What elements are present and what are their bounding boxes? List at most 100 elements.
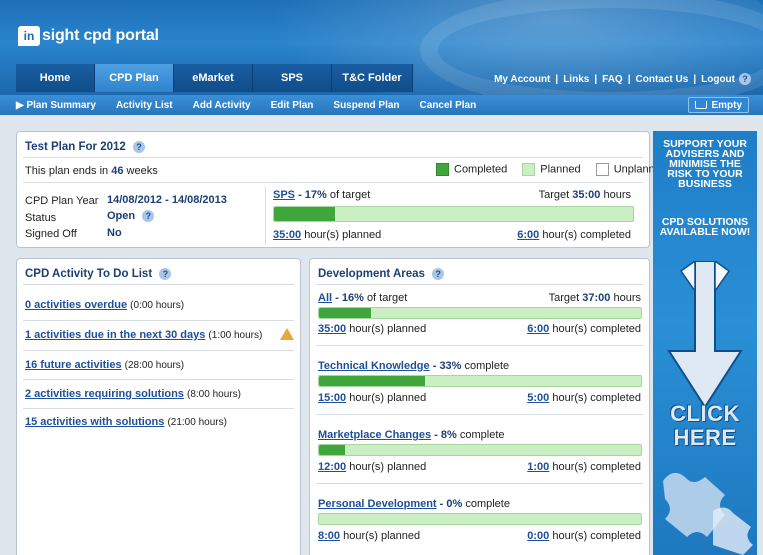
dev-area-link[interactable]: Technical Knowledge xyxy=(318,360,430,372)
tab-tc-folder[interactable]: T&C Folder xyxy=(332,64,413,92)
sps-target-label: Target xyxy=(538,189,570,201)
dev-area-progress-fill xyxy=(319,376,426,386)
divider xyxy=(23,284,294,285)
sps-planned-link[interactable]: 35:00 xyxy=(273,229,301,241)
dev-title-text: Development Areas xyxy=(318,268,425,280)
divider xyxy=(23,320,294,321)
divider xyxy=(23,182,643,183)
tab-cpd-plan[interactable]: CPD Plan xyxy=(95,64,174,92)
todo-item-link[interactable]: 15 activities with solutions xyxy=(25,416,164,428)
divider xyxy=(23,408,294,409)
sps-of-target: of target xyxy=(329,189,371,201)
dev-completed-label: hour(s) completed xyxy=(552,461,641,473)
dev-area-progress-fill xyxy=(319,445,345,455)
dev-area-link[interactable]: Personal Development xyxy=(318,498,437,510)
sps-planned: 35:00 hour(s) planned xyxy=(273,229,381,241)
links-link[interactable]: Links xyxy=(563,74,589,85)
dev-target-value: 37:00 xyxy=(582,292,611,304)
dev-all-link[interactable]: All xyxy=(318,292,332,304)
tab-emarket[interactable]: eMarket xyxy=(174,64,253,92)
sub-navigation: ▶ Plan Summary Activity List Add Activit… xyxy=(0,95,763,115)
dev-all-planned-link[interactable]: 35:00 xyxy=(318,323,346,335)
logo-text: sight cpd portal xyxy=(42,27,159,44)
faq-link[interactable]: FAQ xyxy=(602,74,623,85)
tab-sps[interactable]: SPS xyxy=(253,64,332,92)
logout-link[interactable]: Logout xyxy=(701,74,735,85)
dev-all-progress-fill xyxy=(319,308,371,318)
todo-title: CPD Activity To Do List ? xyxy=(25,268,172,280)
todo-item-note: (1:00 hours) xyxy=(208,330,263,341)
sps-progress-bar xyxy=(273,206,634,222)
subnav-cancel-plan[interactable]: Cancel Plan xyxy=(420,100,477,111)
logo[interactable]: in sight cpd portal xyxy=(18,26,159,46)
dev-all-completed-link[interactable]: 6:00 xyxy=(527,323,549,335)
plan-ends-suffix: weeks xyxy=(126,165,158,177)
separator: | xyxy=(627,73,631,85)
my-account-link[interactable]: My Account xyxy=(494,74,550,85)
todo-panel: CPD Activity To Do List ? 0 activities o… xyxy=(16,258,301,555)
sps-link[interactable]: SPS xyxy=(273,189,295,201)
dev-planned-label: hour(s) planned xyxy=(349,392,427,404)
plan-panel: Test Plan For 2012 ? This plan ends in 4… xyxy=(16,131,667,248)
contact-us-link[interactable]: Contact Us xyxy=(636,74,689,85)
cpd-solutions-ad-banner[interactable]: Support your advisers and minimise the r… xyxy=(653,131,757,555)
todo-item-link[interactable]: 2 activities requiring solutions xyxy=(25,388,184,400)
todo-title-text: CPD Activity To Do List xyxy=(25,268,153,280)
sps-progress-fill xyxy=(274,207,336,221)
todo-item-link[interactable]: 16 future activities xyxy=(25,359,122,371)
divider xyxy=(316,284,643,285)
dev-area-progress-bar xyxy=(318,375,642,387)
todo-item-link[interactable]: 0 activities overdue xyxy=(25,299,127,311)
ad-subheadline: CPD solutions available now! xyxy=(659,216,751,238)
plan-title: Test Plan For 2012 ? xyxy=(25,141,145,153)
sps-completed: 6:00 hour(s) completed xyxy=(517,229,631,241)
subnav-edit-plan[interactable]: Edit Plan xyxy=(271,100,314,111)
subnav-suspend-plan[interactable]: Suspend Plan xyxy=(333,100,399,111)
separator: | xyxy=(693,73,697,85)
help-icon[interactable]: ? xyxy=(432,268,445,280)
todo-item-link[interactable]: 1 activities due in the next 30 days xyxy=(25,329,205,341)
dev-area-progress-bar xyxy=(318,444,642,456)
sps-completed-label: hour(s) completed xyxy=(542,229,631,241)
dev-area-planned-link[interactable]: 8:00 xyxy=(318,530,340,542)
signed-label: Signed Off xyxy=(25,228,77,240)
dev-area-complete-word: complete xyxy=(464,360,510,372)
vertical-divider xyxy=(265,187,266,245)
legend: Completed Planned Unplanned xyxy=(436,163,667,176)
dev-planned-label: hour(s) planned xyxy=(349,323,427,335)
dev-area-planned-link[interactable]: 12:00 xyxy=(318,461,346,473)
sps-target-value: 35:00 xyxy=(572,189,601,201)
sps-completed-link[interactable]: 6:00 xyxy=(517,229,539,241)
separator: | xyxy=(594,73,598,85)
subnav-plan-summary[interactable]: ▶ Plan Summary xyxy=(16,100,96,111)
down-arrow-icon xyxy=(667,261,743,409)
subnav-add-activity[interactable]: Add Activity xyxy=(193,100,251,111)
subnav-activity-list[interactable]: Activity List xyxy=(116,100,173,111)
status-value: Open ? xyxy=(107,210,155,222)
logo-mark: in xyxy=(18,26,40,46)
help-icon[interactable]: ? xyxy=(159,268,172,280)
divider xyxy=(316,414,643,415)
dev-area-completed-link[interactable]: 0:00 xyxy=(527,530,549,542)
ad-click-text: CLICK xyxy=(670,401,740,426)
tab-home[interactable]: Home xyxy=(16,64,95,92)
info-icon[interactable]: ? xyxy=(142,210,155,222)
divider xyxy=(23,379,294,380)
dev-area-planned-link[interactable]: 15:00 xyxy=(318,392,346,404)
basket-icon xyxy=(695,101,708,109)
dev-target-label: Target xyxy=(548,292,580,304)
todo-item-overdue: 0 activities overdue (0:00 hours) xyxy=(25,299,184,311)
dev-all-percent: - 16% xyxy=(335,292,364,304)
dev-area-completed-link[interactable]: 1:00 xyxy=(527,461,549,473)
dev-area-complete-word: complete xyxy=(459,429,505,441)
help-icon[interactable]: ? xyxy=(132,141,145,153)
dev-area-link[interactable]: Marketplace Changes xyxy=(318,429,431,441)
year-value: 14/08/2012 - 14/08/2013 xyxy=(107,194,227,206)
dev-area-complete-word: complete xyxy=(465,498,510,510)
empty-basket-button[interactable]: Empty xyxy=(688,97,749,113)
dev-completed-label: hour(s) completed xyxy=(552,323,641,335)
help-icon[interactable]: ? xyxy=(739,73,751,85)
dev-all-summary: All - 16% of target xyxy=(318,292,407,304)
dev-area-completed-link[interactable]: 5:00 xyxy=(527,392,549,404)
plan-ends-weeks: 46 xyxy=(111,165,124,177)
